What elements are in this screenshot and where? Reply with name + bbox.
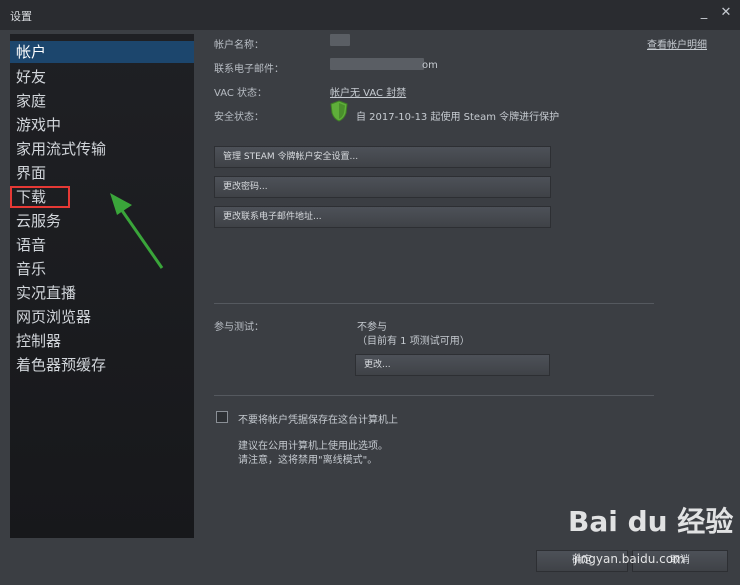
window-title: 设置 [10,10,32,23]
beta-status: 不参与 [357,322,387,333]
redacted-account-name [330,34,350,46]
title-bar: 设置 _ ✕ [0,0,740,30]
dont-save-credentials-label: 不要将帐户凭据保存在这台计算机上 [238,415,398,426]
sidebar-item-shader-cache[interactable]: 着色器预缓存 [10,354,194,376]
watermark-logo-text: Bai du 经验 [568,505,734,538]
security-status-value: 自 2017-10-13 起使用 Steam 令牌进行保护 [356,112,560,123]
vac-status-link[interactable]: 帐户无 VAC 封禁 [330,84,406,99]
section-divider-2 [214,395,654,396]
view-account-details-link[interactable]: 查看帐户明细 [647,36,707,51]
security-status-label: 安全状态： [214,112,264,123]
credentials-note-line-2: 请注意，这将禁用"离线模式"。 [238,455,378,466]
credentials-note: 建议在公用计算机上使用此选项。 请注意，这将禁用"离线模式"。 [238,440,388,468]
section-divider [214,303,654,304]
change-email-button[interactable]: 更改联系电子邮件地址... [214,206,551,228]
sidebar-item-account[interactable]: 帐户 [10,41,194,63]
sidebar-item-interface[interactable]: 界面 [10,162,194,184]
sidebar-item-cloud[interactable]: 云服务 [10,210,194,232]
watermark-url: jingyan.baidu.com [574,552,685,566]
sidebar-item-broadcasting[interactable]: 实况直播 [10,282,194,304]
credentials-note-line-1: 建议在公用计算机上使用此选项。 [238,441,388,452]
email-label: 联系电子邮件： [214,64,284,75]
account-name-label: 帐户名称： [214,40,264,51]
sidebar-item-web-browser[interactable]: 网页浏览器 [10,306,194,328]
sidebar-item-controller[interactable]: 控制器 [10,330,194,352]
sidebar-item-family[interactable]: 家庭 [10,90,194,112]
shield-icon [330,100,348,122]
beta-available-count: （目前有 1 项测试可用） [357,336,470,347]
sidebar-item-friends[interactable]: 好友 [10,66,194,88]
close-button[interactable]: ✕ [718,5,734,21]
beta-participation-label: 参与测试： [214,322,264,333]
sidebar-item-voice[interactable]: 语音 [10,234,194,256]
minimize-button[interactable]: _ [696,5,712,21]
dont-save-credentials-checkbox[interactable] [216,411,228,423]
sidebar-item-in-game[interactable]: 游戏中 [10,114,194,136]
sidebar-item-in-home-streaming[interactable]: 家用流式传输 [10,138,194,160]
manage-steam-guard-button[interactable]: 管理 STEAM 令牌帐户安全设置... [214,146,551,168]
sidebar-item-music[interactable]: 音乐 [10,258,194,280]
vac-status-label: VAC 状态： [214,88,268,99]
redacted-email [330,58,424,70]
sidebar-item-downloads[interactable]: 下载 [10,186,70,208]
change-beta-button[interactable]: 更改... [355,354,550,376]
email-suffix: om [422,60,438,71]
change-password-button[interactable]: 更改密码... [214,176,551,198]
account-settings-panel: 帐户名称： 查看帐户明细 联系电子邮件： om VAC 状态： 帐户无 VAC … [194,30,740,538]
settings-sidebar: 帐户 好友 家庭 游戏中 家用流式传输 界面 下载 云服务 语音 音乐 实况直播… [10,34,194,538]
